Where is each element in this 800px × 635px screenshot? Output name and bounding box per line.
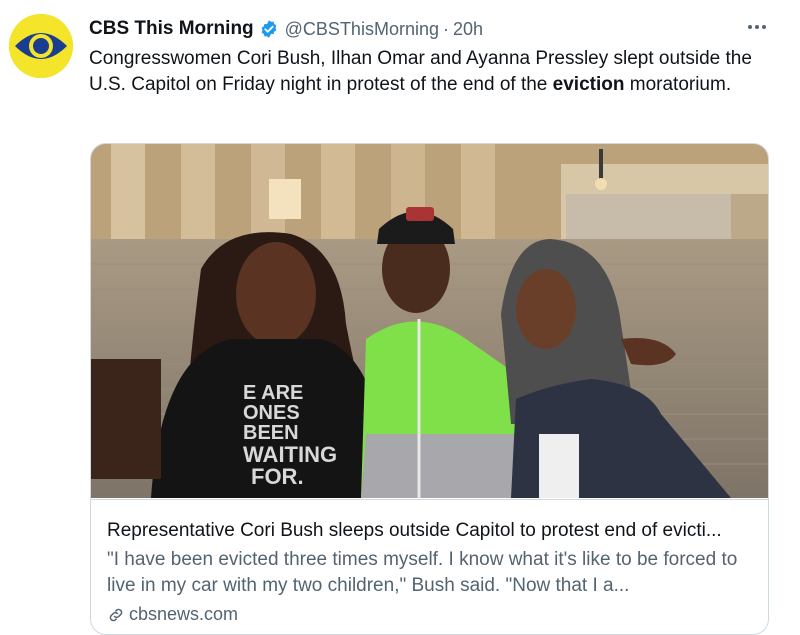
verified-badge-icon <box>259 19 279 39</box>
tweet-header: CBS This Morning @CBSThisMorning · 20h <box>89 16 483 42</box>
link-card-title[interactable]: Representative Cori Bush sleeps outside … <box>107 519 757 543</box>
photo-three-congresswomen-capitol[interactable]: E ARE ONES BEEN WAITING FOR. <box>91 144 768 498</box>
cbs-eye-logo-icon[interactable] <box>9 14 73 78</box>
more-horizontal-icon[interactable] <box>744 14 770 40</box>
link-card-description: "I have been evicted three times myself.… <box>107 549 738 596</box>
link-card-domain[interactable]: cbsnews.com <box>129 604 238 625</box>
link-icon <box>109 608 123 621</box>
tweet-text-highlight: eviction <box>552 74 625 95</box>
tweet-text-after: moratorium. <box>624 74 732 95</box>
author-display-name[interactable]: CBS This Morning <box>89 18 254 40</box>
link-card-meta[interactable]: Representative Cori Bush sleeps outside … <box>91 499 768 624</box>
link-card[interactable]: E ARE ONES BEEN WAITING FOR. Representat… <box>90 143 769 635</box>
link-card-domain-row: cbsnews.com <box>107 604 238 625</box>
tweet[interactable]: CBS This Morning @CBSThisMorning · 20h C… <box>0 0 800 635</box>
separator-dot: · <box>442 18 449 39</box>
tweet-text: Congresswomen Cori Bush, Ilhan Omar and … <box>89 46 769 98</box>
tweet-timestamp[interactable]: 20h <box>453 19 483 40</box>
author-handle[interactable]: @CBSThisMorning <box>285 19 439 40</box>
